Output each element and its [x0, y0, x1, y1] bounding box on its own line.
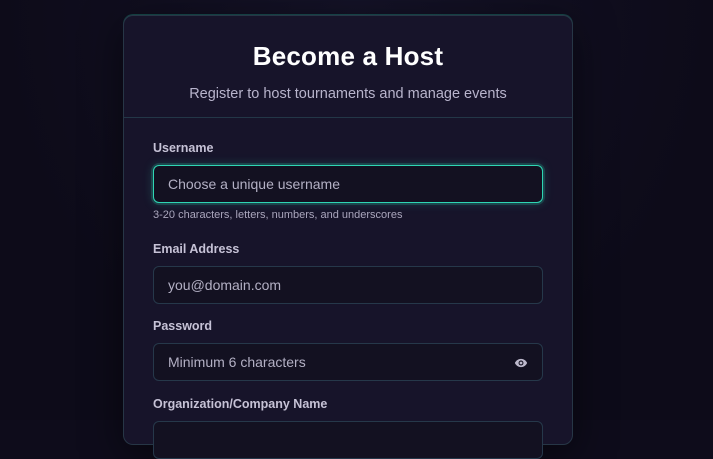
username-input[interactable] [154, 166, 542, 202]
register-host-card: Become a Host Register to host tournamen… [123, 15, 573, 445]
email-field-wrapper [153, 266, 543, 304]
password-group: Password [153, 318, 543, 381]
email-label: Email Address [153, 241, 543, 257]
email-group: Email Address [153, 241, 543, 304]
organization-field-wrapper [153, 421, 543, 459]
card-header: Become a Host Register to host tournamen… [124, 16, 572, 118]
host-registration-form: Username 3-20 characters, letters, numbe… [124, 118, 572, 459]
username-group: Username 3-20 characters, letters, numbe… [153, 140, 543, 222]
password-input[interactable] [154, 344, 542, 380]
username-label: Username [153, 140, 543, 156]
organization-label: Organization/Company Name [153, 396, 543, 412]
organization-input[interactable] [154, 422, 542, 458]
password-field-wrapper [153, 343, 543, 381]
page-title: Become a Host [124, 40, 572, 72]
username-hint: 3-20 characters, letters, numbers, and u… [153, 209, 543, 222]
email-input[interactable] [154, 267, 542, 303]
username-field-wrapper [153, 165, 543, 203]
password-label: Password [153, 318, 543, 334]
page-subtitle: Register to host tournaments and manage … [124, 85, 572, 103]
organization-group: Organization/Company Name [153, 396, 543, 459]
eye-icon[interactable] [514, 356, 528, 370]
